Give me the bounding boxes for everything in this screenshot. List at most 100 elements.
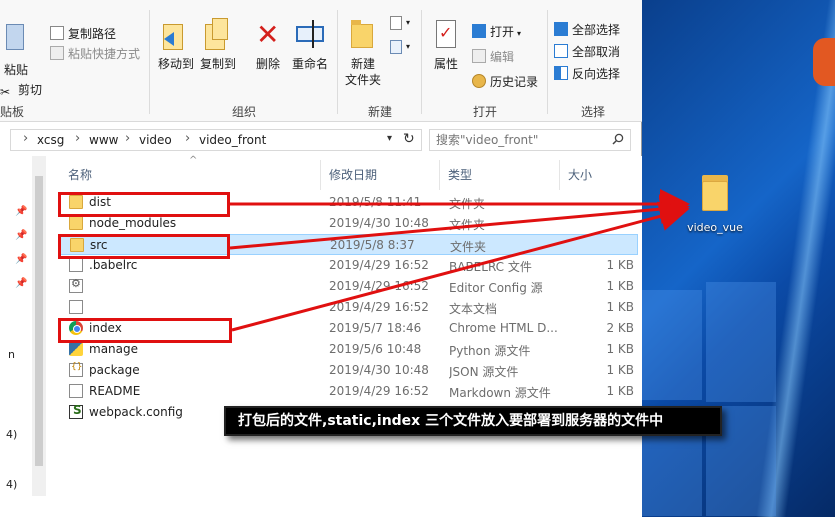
rename-label: 重命名 xyxy=(291,57,328,71)
json-icon xyxy=(69,362,83,377)
highlight-box-dist xyxy=(58,192,230,217)
pin-icon[interactable]: 📌 xyxy=(15,206,27,217)
open-icon xyxy=(472,24,486,38)
column-divider[interactable] xyxy=(559,160,560,190)
refresh-icon[interactable]: ↻ xyxy=(403,131,415,147)
history-icon xyxy=(472,74,486,88)
copy-path-button[interactable]: 复制路径 xyxy=(50,24,116,44)
cut-label: 剪切 xyxy=(18,83,43,97)
file-row-readme[interactable]: README 2019/4/29 16:52 Markdown 源文件 1 KB xyxy=(60,381,638,402)
python-icon xyxy=(69,342,83,356)
scissors-icon: ✂ xyxy=(0,85,11,99)
address-dropdown-icon[interactable]: ▾ xyxy=(387,133,392,144)
file-date: 2019/4/29 16:52 xyxy=(329,279,429,293)
pin-icon[interactable]: 📌 xyxy=(15,230,27,241)
cut-button[interactable]: ✂ 剪切 xyxy=(0,80,42,100)
column-divider[interactable] xyxy=(320,160,321,190)
open-label: 打开 xyxy=(490,25,515,39)
chevron-right-icon: › xyxy=(23,131,29,146)
file-type: Chrome HTML D... xyxy=(449,321,558,335)
file-name: webpack.config xyxy=(89,405,183,419)
search-box[interactable] xyxy=(429,129,631,151)
nav-scrollbar-thumb[interactable] xyxy=(35,176,43,466)
move-to-icon xyxy=(160,18,192,52)
column-header-date[interactable]: 修改日期 xyxy=(329,166,377,183)
copy-to-button[interactable]: 复制到 xyxy=(198,18,238,72)
breadcrumb-video-front[interactable]: video_front xyxy=(199,133,266,147)
move-to-label: 移动到 xyxy=(157,57,194,71)
markdown-icon xyxy=(69,384,83,398)
webpack-icon xyxy=(69,403,83,419)
new-folder-label-1: 新建 xyxy=(350,57,375,71)
column-header-size[interactable]: 大小 xyxy=(568,166,592,183)
new-group-label: 新建 xyxy=(367,105,392,119)
search-input[interactable] xyxy=(436,132,606,148)
annotation-caption: 打包后的文件,static,index 三个文件放入要部署到服务器的文件中 xyxy=(224,406,722,436)
highlight-box-src xyxy=(58,234,230,259)
file-row-package[interactable]: package 2019/4/30 10:48 JSON 源文件 1 KB xyxy=(60,360,638,381)
wallpaper-pane xyxy=(706,282,776,402)
new-folder-button[interactable]: 新建 文件夹 xyxy=(342,18,384,88)
wallpaper-pane xyxy=(642,290,702,400)
organize-group-label: 组织 xyxy=(231,105,256,119)
nav-item-partial[interactable]: 4) xyxy=(6,478,17,491)
history-button[interactable]: 历史记录 xyxy=(472,72,538,92)
new-item-button[interactable]: ▾ xyxy=(390,16,410,34)
edit-label: 编辑 xyxy=(490,50,515,64)
desktop-folder-video-vue[interactable]: video_vue xyxy=(675,173,755,234)
easy-access-button[interactable]: ▾ xyxy=(390,40,411,58)
pin-icon[interactable]: 📌 xyxy=(15,278,27,289)
highlight-box-index xyxy=(58,318,232,343)
file-date: 2019/5/7 18:46 xyxy=(329,321,422,335)
app-icon-partial[interactable] xyxy=(813,38,835,86)
chevron-down-icon: ▾ xyxy=(406,42,411,51)
paste-button[interactable]: 粘贴 xyxy=(0,24,32,78)
file-type: Editor Config 源 xyxy=(449,281,543,295)
column-divider[interactable] xyxy=(439,160,440,190)
edit-button[interactable]: 编辑 xyxy=(472,47,514,67)
delete-label: 删除 xyxy=(255,57,280,71)
copy-path-label: 复制路径 xyxy=(68,27,117,41)
breadcrumb-www[interactable]: www xyxy=(89,133,118,147)
nav-item-partial[interactable]: n xyxy=(8,348,15,361)
copy-path-icon xyxy=(50,26,64,40)
open-group: 属性 打开▾ 编辑 历史记录 打开 xyxy=(422,6,548,119)
column-header-name[interactable]: 名称 xyxy=(68,166,92,183)
delete-button[interactable]: ✕ 删除 xyxy=(248,18,288,72)
nav-scrollbar[interactable] xyxy=(32,156,46,496)
text-file-icon xyxy=(69,300,83,314)
clipboard-group: 粘贴 复制路径 粘贴快捷方式 ✂ 剪切 贴板 xyxy=(0,6,150,119)
file-size: 1 KB xyxy=(606,342,634,356)
breadcrumb-xcsg[interactable]: xcsg xyxy=(37,133,64,147)
organize-group: 移动到 复制到 ✕ 删除 重命名 组织 xyxy=(150,6,338,119)
chevron-right-icon: › xyxy=(185,131,191,146)
invert-selection-icon xyxy=(554,66,568,80)
select-none-button[interactable]: 全部取消 xyxy=(554,42,620,62)
select-all-button[interactable]: 全部选择 xyxy=(554,20,620,40)
chevron-right-icon: › xyxy=(125,131,131,146)
delete-x-icon: ✕ xyxy=(256,18,280,51)
column-header-type[interactable]: 类型 xyxy=(448,166,472,183)
file-row-textfile[interactable]: 2019/4/29 16:52 文本文档 1 KB xyxy=(60,297,638,318)
address-bar[interactable]: › xcsg › www › video › video_front ▾ ↻ xyxy=(10,129,422,151)
nav-item-partial[interactable]: 4) xyxy=(6,428,17,441)
properties-button[interactable]: 属性 xyxy=(428,18,464,72)
file-row-editorconfig[interactable]: 2019/4/29 16:52 Editor Config 源 1 KB xyxy=(60,276,638,297)
open-button[interactable]: 打开 ▾ xyxy=(472,22,521,42)
file-name: package xyxy=(89,363,140,377)
rename-button[interactable]: 重命名 xyxy=(290,18,330,72)
invert-selection-button[interactable]: 反向选择 xyxy=(554,64,620,84)
sort-ascending-icon: ^ xyxy=(189,155,198,166)
paste-shortcut-button[interactable]: 粘贴快捷方式 xyxy=(50,44,140,64)
pin-icon[interactable]: 📌 xyxy=(15,254,27,265)
clipboard-icon xyxy=(0,24,28,58)
file-size: 1 KB xyxy=(606,384,634,398)
select-group-label: 选择 xyxy=(580,105,605,119)
paste-label: 粘贴 xyxy=(3,63,28,77)
file-date: 2019/4/29 16:52 xyxy=(329,258,429,272)
move-to-button[interactable]: 移动到 xyxy=(156,18,196,72)
search-icon[interactable] xyxy=(612,133,624,145)
breadcrumb-video[interactable]: video xyxy=(139,133,172,147)
folder-icon xyxy=(69,216,83,230)
select-none-label: 全部取消 xyxy=(572,45,621,59)
